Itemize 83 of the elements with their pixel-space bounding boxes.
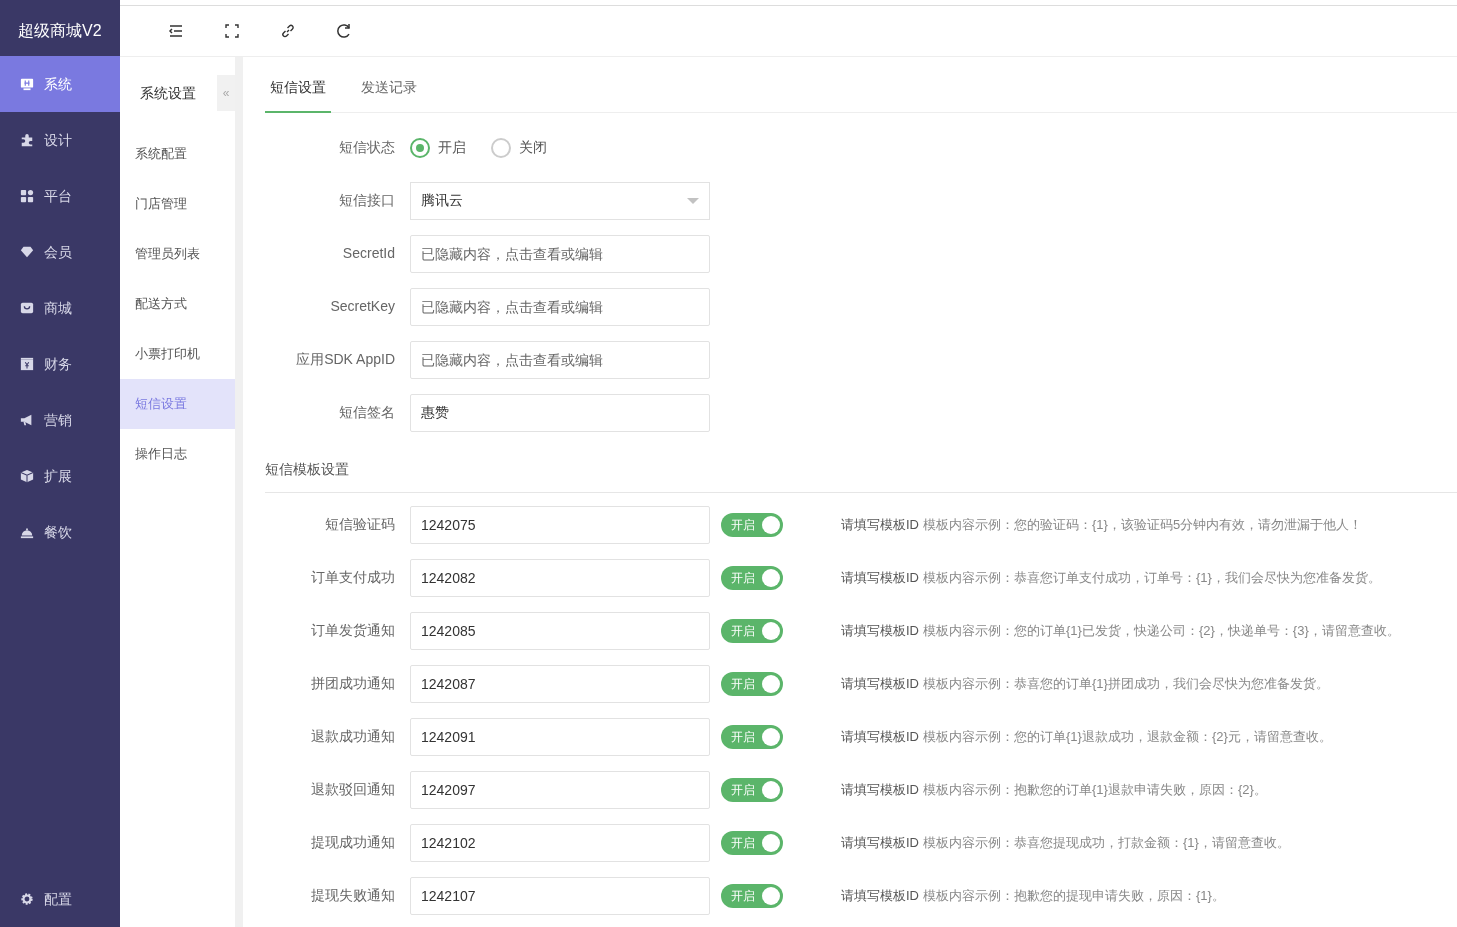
submenu-item[interactable]: 管理员列表 [120, 229, 235, 279]
field-label: 短信验证码 [324, 515, 396, 534]
link-icon[interactable] [280, 23, 296, 39]
field-label: 提现成功通知 [310, 833, 396, 852]
field-label: 退款成功通知 [310, 727, 396, 746]
nav-item[interactable]: 餐饮 [0, 504, 120, 560]
gem-icon [20, 245, 34, 259]
tab[interactable]: 短信设置 [265, 63, 331, 113]
example-text: 模板内容示例：恭喜您订单支付成功，订单号：{1}，我们会尽快为您准备发货。 [923, 568, 1381, 587]
example-text: 模板内容示例：抱歉您的订单{1}退款申请失败，原因：{2}。 [923, 780, 1267, 799]
refresh-icon[interactable] [336, 23, 352, 39]
input-field[interactable]: 1242087 [410, 664, 710, 703]
input-field[interactable]: 1242075 [410, 505, 710, 544]
puzzle-icon [20, 133, 34, 147]
input-field[interactable]: 已隐藏内容，点击查看或编辑 [410, 234, 710, 273]
field-label: 短信签名 [338, 403, 396, 422]
submenu-item[interactable]: 门店管理 [120, 179, 235, 229]
example-text: 模板内容示例：恭喜您提现成功，打款金额：{1}，请留意查收。 [923, 833, 1290, 852]
input-field[interactable]: 惠赞 [410, 393, 710, 432]
hint-text: 请填写模板ID [841, 833, 919, 852]
field-label: 应用SDK AppID [295, 350, 396, 369]
section-title: 短信模板设置 [265, 439, 1457, 493]
brand-logo: 超级商城V2 [17, 20, 103, 41]
hint-text: 请填写模板ID [841, 621, 919, 640]
submenu-item[interactable]: 操作日志 [120, 429, 235, 479]
hint-text: 请填写模板ID [841, 515, 919, 534]
nav-item[interactable]: 营销 [0, 392, 120, 448]
caret-icon [687, 197, 699, 204]
radio-button[interactable] [410, 137, 430, 158]
select-field[interactable]: 腾讯云 [410, 181, 710, 220]
input-field[interactable]: 已隐藏内容，点击查看或编辑 [410, 340, 710, 379]
input-field[interactable]: 1242102 [410, 823, 710, 862]
hint-text: 请填写模板ID [841, 727, 919, 746]
submenu-item[interactable]: 配送方式 [120, 279, 235, 329]
nav-item[interactable]: 商城 [0, 280, 120, 336]
input-field[interactable]: 1242107 [410, 876, 710, 915]
cube-icon [20, 469, 34, 483]
radio-label: 关闭 [519, 138, 547, 157]
field-label: 订单支付成功 [310, 568, 396, 587]
example-text: 模板内容示例：您的订单{1}退款成功，退款金额：{2}元，请留意查收。 [923, 727, 1332, 746]
nav-item[interactable]: 扩展 [0, 448, 120, 504]
nav-item[interactable]: 配置 [0, 871, 120, 927]
megaphone-icon [20, 413, 34, 427]
submenu-item[interactable]: 系统配置 [120, 129, 235, 179]
settings-icon [20, 892, 34, 906]
hint-text: 请填写模板ID [841, 780, 919, 799]
monitor-icon [20, 77, 34, 91]
field-label: 退款驳回通知 [310, 780, 396, 799]
grid-icon [20, 189, 34, 203]
field-label: 短信接口 [338, 191, 396, 210]
example-text: 模板内容示例：抱歉您的提现申请失败，原因：{1}。 [923, 886, 1225, 905]
tab[interactable]: 发送记录 [356, 63, 422, 113]
nav-item[interactable]: 设计 [0, 112, 120, 168]
fullscreen-icon[interactable] [224, 23, 240, 39]
field-label: SecretKey [329, 297, 396, 316]
nav-item[interactable]: 财务 [0, 336, 120, 392]
example-text: 模板内容示例：您的验证码：{1}，该验证码5分钟内有效，请勿泄漏于他人！ [923, 515, 1363, 534]
field-label: 订单发货通知 [310, 621, 396, 640]
submenu-item[interactable]: 小票打印机 [120, 329, 235, 379]
hint-text: 请填写模板ID [841, 568, 919, 587]
select-value: 腾讯云 [421, 191, 463, 210]
field-label: 提现失败通知 [310, 886, 396, 905]
field-label: SecretId [341, 244, 396, 263]
input-field[interactable]: 已隐藏内容，点击查看或编辑 [410, 287, 710, 326]
nav-item[interactable]: 系统 [0, 56, 120, 112]
example-text: 模板内容示例：恭喜您的订单{1}拼团成功，我们会尽快为您准备发货。 [923, 674, 1329, 693]
bag-icon [20, 301, 34, 315]
input-field[interactable]: 1242082 [410, 558, 710, 597]
input-field[interactable]: 1242085 [410, 611, 710, 650]
input-field[interactable]: 1242097 [410, 770, 710, 809]
radio-button[interactable] [491, 137, 511, 158]
field-label: 拼团成功通知 [310, 674, 396, 693]
submenu-title: 系统设置 [140, 83, 196, 103]
input-field[interactable]: 1242091 [410, 717, 710, 756]
menu-indent-icon[interactable] [168, 23, 184, 39]
nav-item[interactable]: 平台 [0, 168, 120, 224]
radio-label: 开启 [438, 138, 466, 157]
hint-text: 请填写模板ID [841, 886, 919, 905]
nav-item[interactable]: 会员 [0, 224, 120, 280]
hint-text: 请填写模板ID [841, 674, 919, 693]
money-icon [20, 357, 34, 371]
field-label: 短信状态 [338, 138, 396, 157]
example-text: 模板内容示例：您的订单{1}已发货，快递公司：{2}，快递单号：{3}，请留意查收。 [923, 621, 1400, 640]
